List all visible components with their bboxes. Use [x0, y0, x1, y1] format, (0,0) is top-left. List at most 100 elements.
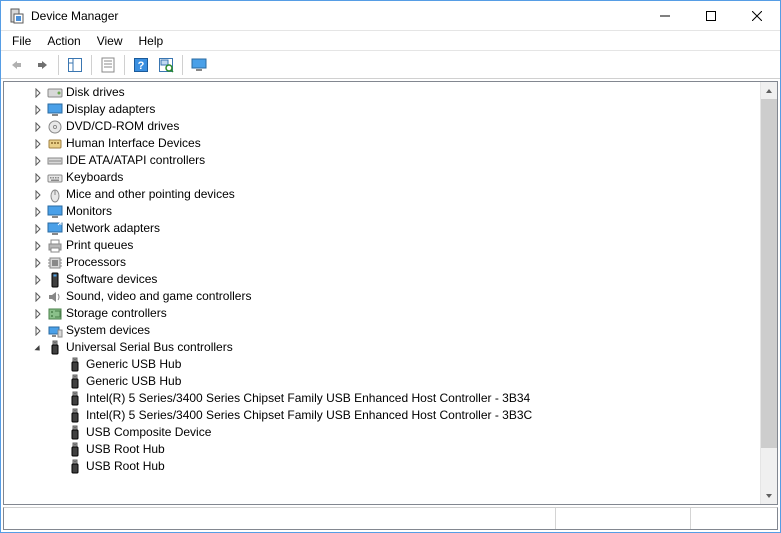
tree-item-label: IDE ATA/ATAPI controllers — [66, 152, 205, 169]
window-controls — [642, 1, 780, 30]
tree-item[interactable]: USB Root Hub — [4, 441, 760, 458]
show-hide-tree-button[interactable] — [63, 53, 87, 77]
usb-icon — [66, 408, 84, 424]
leaf-spacer — [50, 374, 66, 390]
expand-icon[interactable] — [30, 255, 46, 271]
tree-item-label: System devices — [66, 322, 150, 339]
expand-icon[interactable] — [30, 136, 46, 152]
tree-item[interactable]: DVD/CD-ROM drives — [4, 118, 760, 135]
scroll-thumb[interactable] — [761, 99, 777, 448]
scroll-down-button[interactable] — [761, 487, 777, 504]
tree-item-label: Disk drives — [66, 84, 125, 101]
toolbar: ? — [1, 51, 780, 79]
tree-item[interactable]: USB Composite Device — [4, 424, 760, 441]
expand-icon[interactable] — [30, 204, 46, 220]
tree-item[interactable]: IDE ATA/ATAPI controllers — [4, 152, 760, 169]
tree-item-label: DVD/CD-ROM drives — [66, 118, 179, 135]
expand-icon[interactable] — [30, 323, 46, 339]
back-button[interactable] — [5, 53, 29, 77]
mouse-icon — [46, 187, 64, 203]
display-icon — [46, 102, 64, 118]
toolbar-separator — [182, 55, 183, 75]
expand-icon[interactable] — [30, 85, 46, 101]
expand-icon[interactable] — [30, 170, 46, 186]
software-icon — [46, 272, 64, 288]
expand-icon[interactable] — [30, 102, 46, 118]
tree-item[interactable]: Network adapters — [4, 220, 760, 237]
tree-item[interactable]: Intel(R) 5 Series/3400 Series Chipset Fa… — [4, 390, 760, 407]
minimize-button[interactable] — [642, 1, 688, 30]
status-panel-main — [4, 508, 556, 529]
leaf-spacer — [50, 442, 66, 458]
tree-item[interactable]: Universal Serial Bus controllers — [4, 339, 760, 356]
statusbar — [3, 507, 778, 530]
tree-item[interactable]: Disk drives — [4, 84, 760, 101]
expand-icon[interactable] — [30, 306, 46, 322]
disk-icon — [46, 85, 64, 101]
menu-file[interactable]: File — [5, 32, 38, 50]
tree-item[interactable]: Software devices — [4, 271, 760, 288]
expand-icon[interactable] — [30, 238, 46, 254]
forward-button[interactable] — [30, 53, 54, 77]
usb-icon — [66, 374, 84, 390]
toolbar-separator — [124, 55, 125, 75]
leaf-spacer — [50, 391, 66, 407]
tree-item-label: Universal Serial Bus controllers — [66, 339, 233, 356]
tree-item-label: Network adapters — [66, 220, 160, 237]
tree-item-label: Mice and other pointing devices — [66, 186, 235, 203]
device-tree[interactable]: Disk drives Display adapters DVD/CD-ROM … — [4, 82, 760, 504]
tree-item-label: USB Root Hub — [86, 441, 165, 458]
tree-item[interactable]: Generic USB Hub — [4, 373, 760, 390]
menu-view[interactable]: View — [90, 32, 130, 50]
tree-item-label: Generic USB Hub — [86, 356, 181, 373]
sound-icon — [46, 289, 64, 305]
expand-icon[interactable] — [30, 153, 46, 169]
vertical-scrollbar[interactable] — [760, 82, 777, 504]
tree-item[interactable]: Storage controllers — [4, 305, 760, 322]
scan-hardware-button[interactable] — [154, 53, 178, 77]
scroll-up-button[interactable] — [761, 82, 777, 99]
keyboard-icon — [46, 170, 64, 186]
tree-item[interactable]: Keyboards — [4, 169, 760, 186]
tree-item-label: Generic USB Hub — [86, 373, 181, 390]
expand-icon[interactable] — [30, 272, 46, 288]
tree-item[interactable]: Human Interface Devices — [4, 135, 760, 152]
tree-item[interactable]: Intel(R) 5 Series/3400 Series Chipset Fa… — [4, 407, 760, 424]
monitor-icon — [46, 204, 64, 220]
properties-button[interactable] — [96, 53, 120, 77]
titlebar[interactable]: Device Manager — [1, 1, 780, 31]
cpu-icon — [46, 255, 64, 271]
tree-item[interactable]: Monitors — [4, 203, 760, 220]
expand-icon[interactable] — [30, 221, 46, 237]
tree-item[interactable]: Generic USB Hub — [4, 356, 760, 373]
tree-item[interactable]: Display adapters — [4, 101, 760, 118]
monitor-button[interactable] — [187, 53, 211, 77]
tree-item-label: Print queues — [66, 237, 133, 254]
expand-icon[interactable] — [30, 119, 46, 135]
close-button[interactable] — [734, 1, 780, 30]
printer-icon — [46, 238, 64, 254]
help-button[interactable]: ? — [129, 53, 153, 77]
maximize-button[interactable] — [688, 1, 734, 30]
tree-item[interactable]: System devices — [4, 322, 760, 339]
leaf-spacer — [50, 459, 66, 475]
tree-item[interactable]: USB Root Hub — [4, 458, 760, 475]
tree-item-label: Intel(R) 5 Series/3400 Series Chipset Fa… — [86, 390, 530, 407]
tree-item[interactable]: Print queues — [4, 237, 760, 254]
menu-action[interactable]: Action — [40, 32, 87, 50]
device-manager-icon — [9, 8, 25, 24]
dvd-icon — [46, 119, 64, 135]
status-panel-1 — [556, 508, 691, 529]
tree-item-label: Human Interface Devices — [66, 135, 201, 152]
tree-item[interactable]: Processors — [4, 254, 760, 271]
expand-icon[interactable] — [30, 289, 46, 305]
leaf-spacer — [50, 357, 66, 373]
tree-item-label: Keyboards — [66, 169, 123, 186]
tree-item[interactable]: Mice and other pointing devices — [4, 186, 760, 203]
scroll-track[interactable] — [761, 99, 777, 487]
tree-item[interactable]: Sound, video and game controllers — [4, 288, 760, 305]
expand-icon[interactable] — [30, 187, 46, 203]
collapse-icon[interactable] — [30, 340, 46, 356]
menu-help[interactable]: Help — [132, 32, 171, 50]
toolbar-separator — [91, 55, 92, 75]
